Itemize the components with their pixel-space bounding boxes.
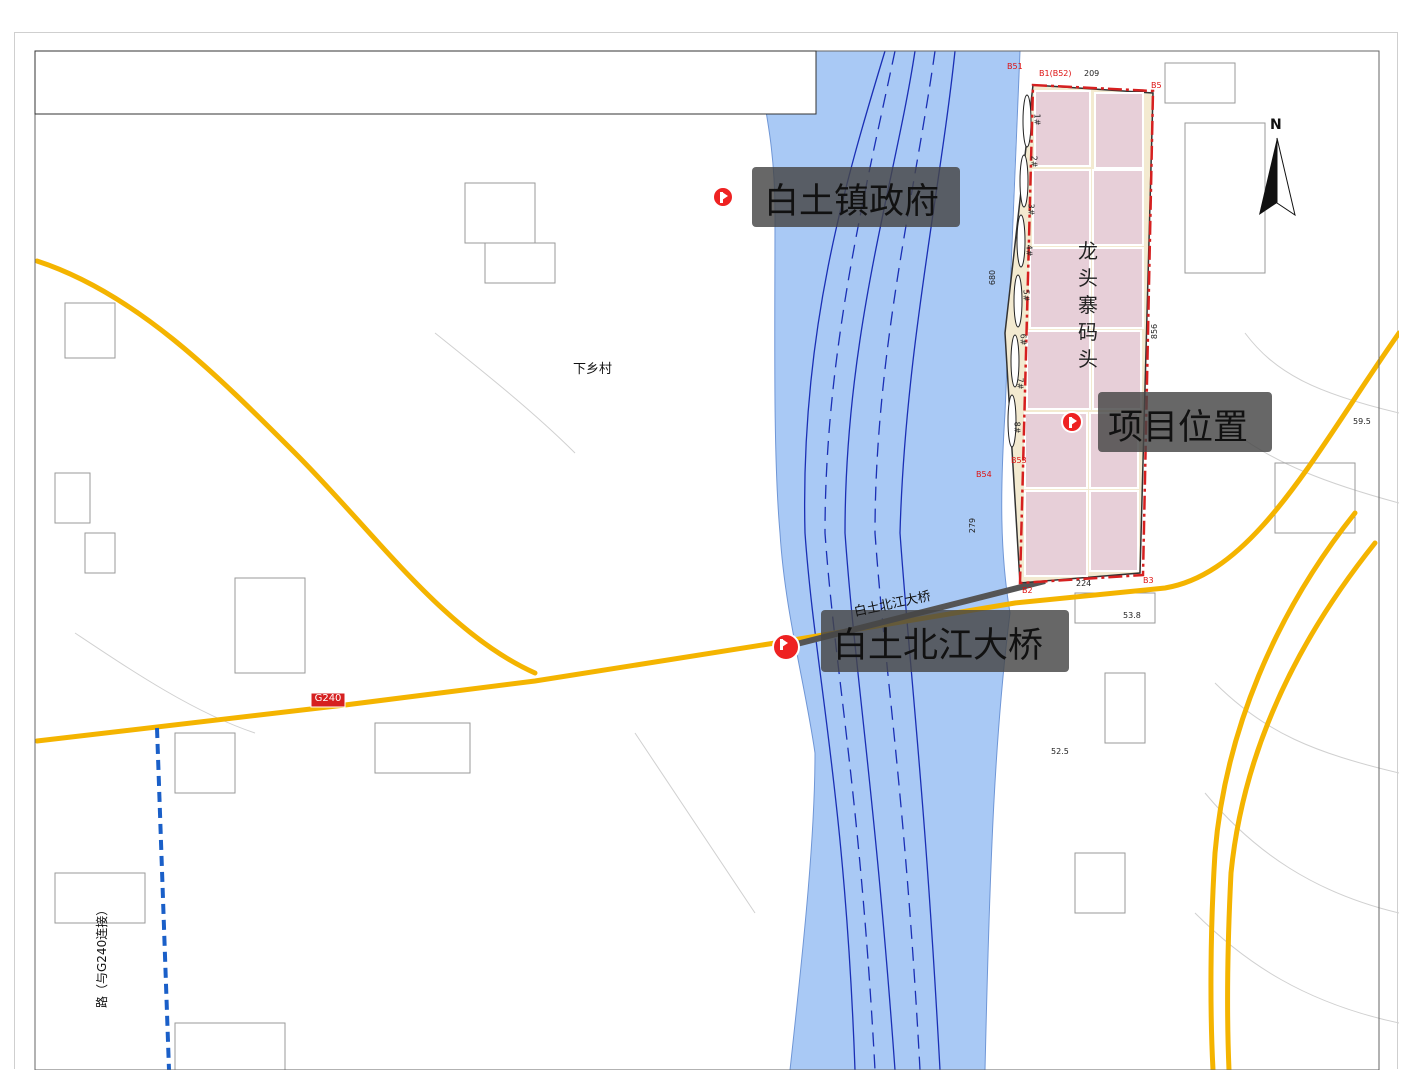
point-b51: B51: [1007, 62, 1023, 71]
building-footprints: [54, 62, 1356, 1070]
point-b3: B3: [1143, 576, 1154, 585]
berth-5: 5#: [1021, 289, 1031, 302]
point-b2: B2: [1022, 586, 1033, 595]
vertical-road-label: 路（与G240连接）: [95, 903, 109, 1008]
title-box: [34, 50, 817, 115]
inner-border: [34, 50, 1380, 1070]
berth-3: 3#: [1026, 203, 1036, 216]
north-arrow-icon: [1259, 137, 1296, 217]
project-callout: 项目位置: [1098, 392, 1272, 452]
project-flag-icon[interactable]: [1061, 411, 1083, 433]
point-b53: B53: [1011, 456, 1027, 465]
dim-left-upper: 680: [988, 269, 998, 286]
berth-6: 6#: [1018, 333, 1028, 346]
dim-right: 856: [1150, 323, 1160, 340]
north-label: N: [1270, 117, 1282, 133]
point-b54: B54: [976, 470, 992, 479]
berth-4: 4#: [1024, 244, 1034, 257]
spot-height-2: 52.5: [1051, 747, 1069, 756]
berth-8: 8#: [1012, 421, 1022, 434]
wharf-label: 龙 头 寨 码 头: [1078, 239, 1098, 371]
spot-height-1: 53.8: [1123, 611, 1141, 620]
dim-bottom: 224: [1076, 579, 1092, 588]
berth-2: 2#: [1029, 155, 1039, 168]
village-label: 下乡村: [573, 362, 613, 377]
spot-height-3: 59.5: [1353, 417, 1371, 426]
map-canvas: [34, 50, 1399, 1070]
gov-callout: 白土镇政府: [752, 167, 960, 227]
proposed-road: [155, 727, 171, 1070]
berth-1: 1#: [1032, 113, 1042, 126]
point-b5: B5: [1151, 81, 1162, 90]
gov-flag-icon[interactable]: [712, 186, 734, 208]
berth-7: 7#: [1015, 377, 1025, 390]
highway-roads: [34, 258, 1399, 1070]
project-label: 项目位置: [1108, 408, 1249, 448]
gov-label: 白土镇政府: [764, 182, 940, 222]
dim-top: 209: [1084, 69, 1100, 78]
dim-left-lower: 279: [968, 517, 978, 534]
map-frame: 白土镇政府 项目位置 白土北江大桥 白土北江大桥 下乡村 龙 头 寨 码 头 G…: [14, 32, 1399, 1070]
point-b1: B1(B52): [1039, 69, 1072, 78]
highway-shield-label: G240: [314, 693, 342, 704]
bridge-flag-icon[interactable]: [772, 633, 800, 661]
